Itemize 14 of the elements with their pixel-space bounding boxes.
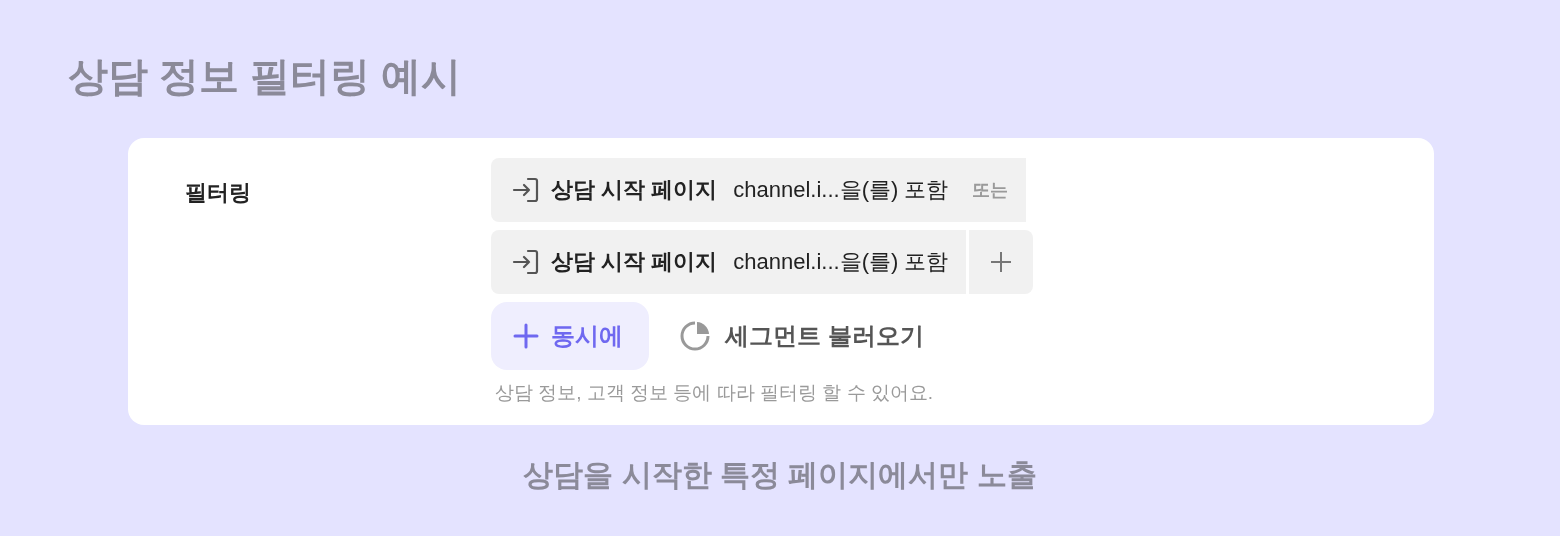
sign-in-icon xyxy=(511,247,541,277)
filter-chip[interactable]: 상담 시작 페이지 channel.i...을(를) 포함 또는 xyxy=(491,158,1027,222)
filter-label: 필터링 xyxy=(185,179,252,207)
caption: 상담을 시작한 특정 페이지에서만 노출 xyxy=(522,457,1038,493)
hint-text: 상담 정보, 고객 정보 등에 따라 필터링 할 수 있어요. xyxy=(495,381,935,405)
segment-button[interactable]: 세그먼트 불러오기 xyxy=(679,320,924,352)
page-title: 상담 정보 필터링 예시 xyxy=(68,53,463,100)
pie-chart-icon xyxy=(679,320,711,352)
filter-chip[interactable]: 상담 시작 페이지 channel.i...을(를) 포함 xyxy=(491,230,967,294)
sign-in-icon xyxy=(511,175,541,205)
plus-icon xyxy=(513,323,539,349)
plus-icon xyxy=(990,251,1013,273)
and-button[interactable]: 동시에 xyxy=(491,302,649,370)
add-or-button[interactable] xyxy=(969,230,1034,294)
